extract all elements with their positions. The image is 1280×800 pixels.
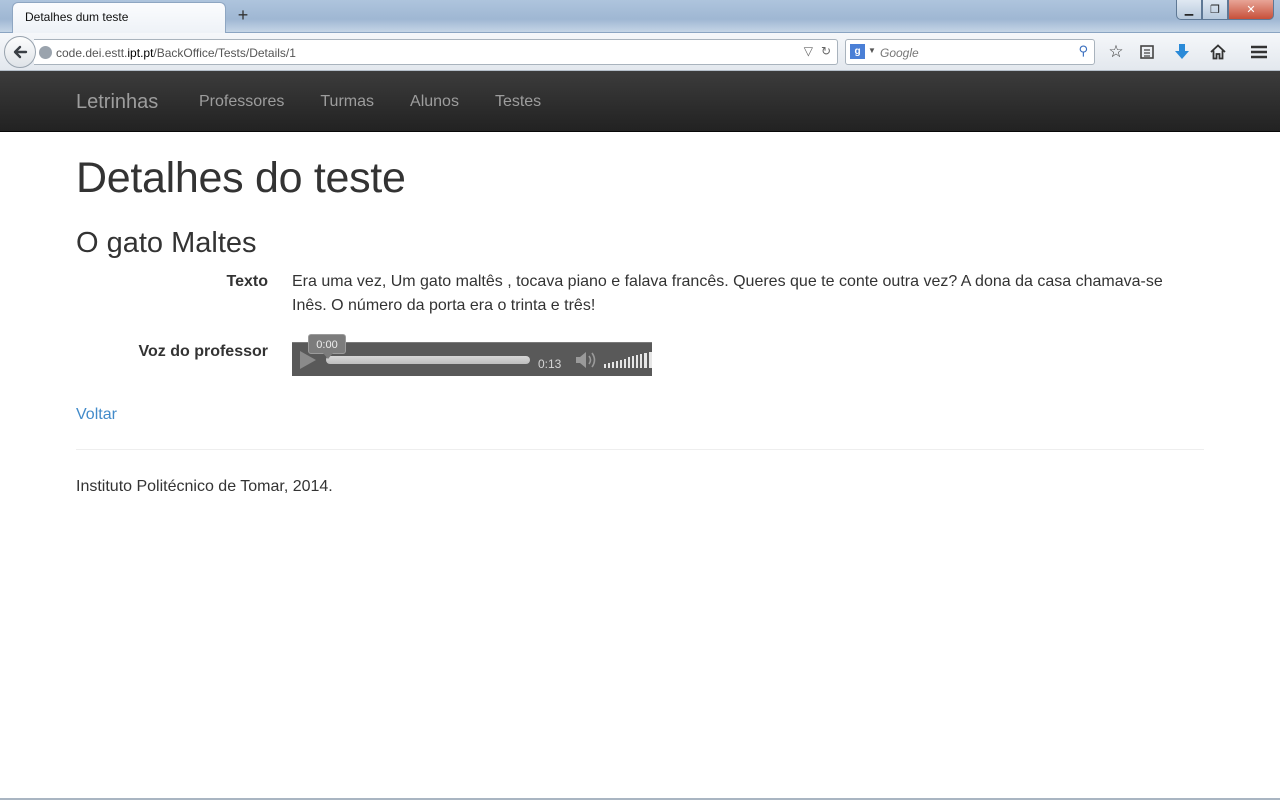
- window-controls: ▁ ❐ ✕: [1176, 0, 1274, 20]
- details-list: Texto Era uma vez, Um gato maltês , toca…: [76, 270, 1204, 376]
- bookmark-star-icon[interactable]: ☆: [1106, 42, 1126, 62]
- google-icon: g: [850, 44, 865, 59]
- search-icon[interactable]: ⚲: [1078, 43, 1088, 59]
- url-dropdown-icon[interactable]: ▽: [804, 44, 813, 58]
- audio-progress-bar[interactable]: [326, 356, 530, 364]
- back-button[interactable]: [4, 36, 36, 68]
- globe-icon: [39, 46, 52, 59]
- audio-duration: 0:13: [538, 357, 562, 371]
- search-engine-dropdown-icon[interactable]: ▼: [868, 46, 876, 55]
- nav-links: Professores Turmas Alunos Testes: [199, 93, 541, 111]
- home-icon[interactable]: [1208, 42, 1228, 62]
- reload-icon[interactable]: ↻: [821, 44, 831, 58]
- minimize-icon[interactable]: ▁: [1176, 0, 1202, 20]
- text-value: Era uma vez, Um gato maltês , tocava pia…: [292, 273, 1163, 314]
- test-name: O gato Maltes: [76, 227, 257, 259]
- restore-icon[interactable]: ❐: [1202, 0, 1228, 20]
- detail-row-text: Texto Era uma vez, Um gato maltês , toca…: [76, 270, 1204, 318]
- search-placeholder: Google: [880, 46, 919, 60]
- main-content: Detalhes do teste O gato Maltes Texto Er…: [76, 132, 1204, 496]
- footer-text: Instituto Politécnico de Tomar, 2014.: [76, 478, 333, 495]
- site-navbar: Letrinhas Professores Turmas Alunos Test…: [0, 71, 1280, 132]
- url-bar[interactable]: code.dei.estt.ipt.pt/BackOffice/Tests/De…: [34, 39, 838, 65]
- volume-icon[interactable]: [574, 350, 596, 370]
- new-tab-plus-icon[interactable]: +: [234, 5, 252, 25]
- nav-link-alunos[interactable]: Alunos: [410, 93, 459, 111]
- back-link[interactable]: Voltar: [76, 406, 117, 424]
- download-icon[interactable]: [1172, 42, 1192, 62]
- audio-player[interactable]: 0:00 0:13: [292, 334, 652, 376]
- browser-tab[interactable]: Detalhes dum teste: [12, 2, 226, 33]
- close-icon[interactable]: ✕: [1228, 0, 1274, 20]
- url-host: ipt.pt: [127, 46, 154, 60]
- search-input[interactable]: g ▼ Google ⚲: [845, 39, 1095, 65]
- url-path: /BackOffice/Tests/Details/1: [153, 46, 296, 60]
- url-prefix: code.dei.estt.: [56, 46, 128, 60]
- current-time-tooltip: 0:00: [308, 334, 346, 359]
- browser-titlebar: Detalhes dum teste + ▁ ❐ ✕: [0, 0, 1280, 33]
- voice-label: Voz do professor: [138, 343, 269, 360]
- nav-link-turmas[interactable]: Turmas: [320, 93, 374, 111]
- back-arrow-icon: [13, 45, 28, 59]
- text-label: Texto: [226, 273, 268, 290]
- footer-divider: [76, 449, 1204, 450]
- menu-icon[interactable]: [1249, 42, 1269, 62]
- detail-row-voice: Voz do professor 0:00 0:13: [76, 334, 1204, 376]
- page-title: Detalhes do teste: [76, 154, 406, 202]
- volume-slider[interactable]: [604, 351, 652, 368]
- bookmarks-list-icon[interactable]: [1137, 42, 1157, 62]
- nav-link-professores[interactable]: Professores: [199, 93, 284, 111]
- nav-link-testes[interactable]: Testes: [495, 93, 541, 111]
- browser-toolbar: code.dei.estt.ipt.pt/BackOffice/Tests/De…: [0, 33, 1280, 71]
- tab-title: Detalhes dum teste: [25, 10, 129, 24]
- voice-value: 0:00 0:13: [292, 334, 1192, 376]
- brand-link[interactable]: Letrinhas: [76, 91, 158, 114]
